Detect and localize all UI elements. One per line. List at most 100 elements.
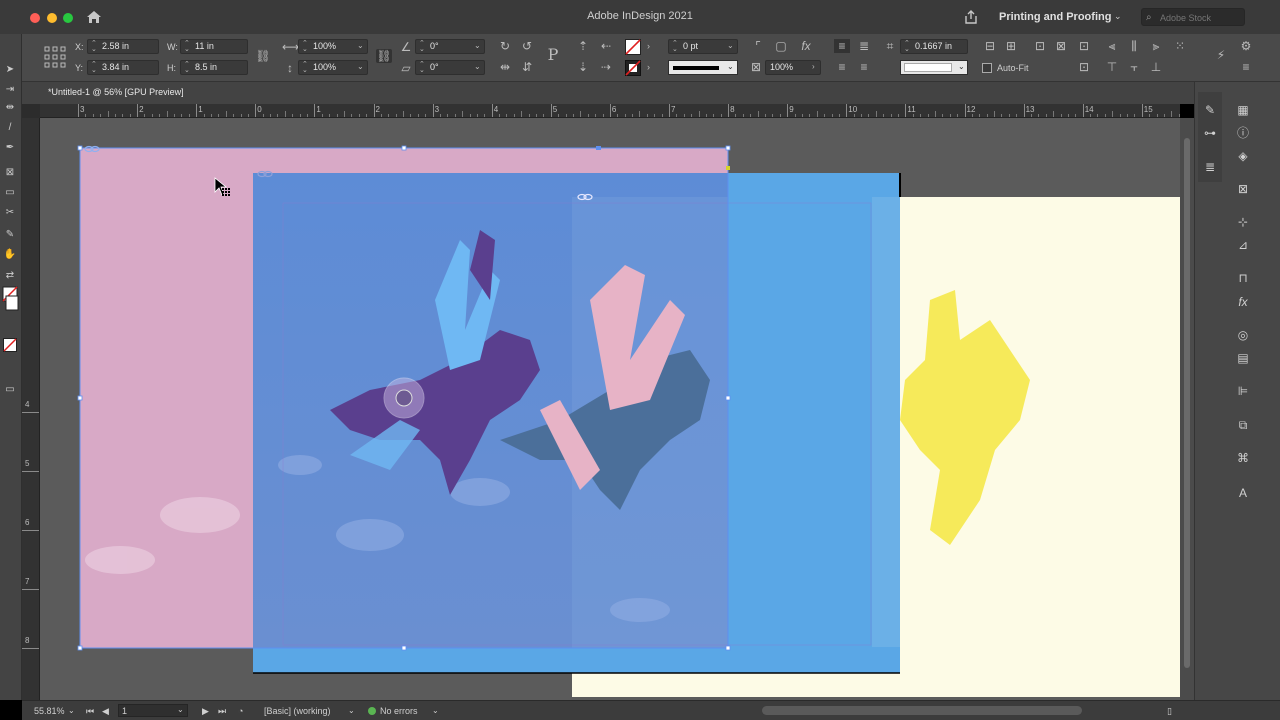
horizontal-ruler[interactable]: 3 2 1 0 1 2 3 4 5 6 7 8 9 10 11 12 13 14 15 <box>40 104 1180 118</box>
vertical-ruler[interactable]: 4 5 6 7 8 <box>22 118 40 700</box>
align-left-icon[interactable]: ≡ <box>834 39 850 53</box>
constrain-proportions-icon[interactable]: ⛓ <box>255 49 271 63</box>
effects-panel-icon[interactable]: ≣ <box>1202 159 1218 175</box>
panel-menu-icon[interactable]: ≡ <box>1238 60 1254 74</box>
fit-content-proportionally-icon[interactable]: ⊟ <box>982 39 998 53</box>
pathfinder-panel-icon[interactable]: ⧉ <box>1235 417 1251 433</box>
align-right-edges-icon[interactable]: ⫸ <box>1148 39 1164 53</box>
trap-presets-icon[interactable]: ⊿ <box>1235 237 1251 253</box>
stroke-menu-icon[interactable]: › <box>647 62 650 72</box>
swatches-panel-icon[interactable]: ▤ <box>1235 350 1251 366</box>
center-content-icon[interactable]: ⊡ <box>1076 39 1092 53</box>
previous-page-icon[interactable]: ◀ <box>102 706 109 717</box>
select-previous-icon[interactable]: ⇠ <box>598 39 614 53</box>
type-tool-icon[interactable]: / <box>3 122 17 134</box>
zoom-dropdown-icon[interactable]: ⌄ <box>68 706 75 715</box>
hand-tool-icon[interactable]: ✋ <box>3 249 17 261</box>
screen-mode-icon[interactable]: ▭ <box>3 384 17 396</box>
fx-icon[interactable]: fx <box>798 39 814 53</box>
width-field[interactable]: ⌃ ⌄ 11 in <box>180 39 248 54</box>
align-top-icon[interactable]: ≡ <box>834 60 850 74</box>
document-tab[interactable]: *Untitled-1 @ 56% [GPU Preview] <box>48 87 184 97</box>
color-panel-icon[interactable]: ◎ <box>1235 327 1251 343</box>
flattener-preview-icon[interactable]: ⊹ <box>1235 214 1251 230</box>
rectangle-tool-icon[interactable]: ▭ <box>3 187 17 199</box>
page-tool-icon[interactable]: ⇥ <box>3 84 17 96</box>
horizontal-scrollbar[interactable] <box>762 706 1082 715</box>
workspace-switcher[interactable]: Printing and Proofing <box>999 11 1111 23</box>
rectangle-frame-tool-icon[interactable]: ⊠ <box>3 167 17 179</box>
height-field[interactable]: ⌃ ⌄ 8.5 in <box>180 60 248 75</box>
first-page-icon[interactable]: ⏮ <box>86 706 94 717</box>
corner-shape-icon[interactable]: ⌜ <box>750 39 766 53</box>
select-next-icon[interactable]: ⇢ <box>598 60 614 74</box>
reference-point-icon[interactable] <box>44 46 66 68</box>
rotate-ccw-icon[interactable]: ↺ <box>519 39 535 53</box>
apply-none-icon[interactable] <box>3 338 17 352</box>
zoom-window-button[interactable] <box>63 13 73 23</box>
align-center-icon[interactable]: ≣ <box>856 39 872 53</box>
close-window-button[interactable] <box>30 13 40 23</box>
transform-panel-icon[interactable]: ⌘ <box>1235 450 1251 466</box>
separations-panel-icon[interactable]: ⊠ <box>1235 181 1251 197</box>
info-panel-icon[interactable]: ⓘ <box>1235 125 1251 141</box>
fill-menu-icon[interactable]: › <box>647 41 650 51</box>
scissors-tool-icon[interactable]: ✂ <box>3 207 17 219</box>
eyedropper-tool-icon[interactable]: ✎ <box>3 229 17 241</box>
align-vertical-centers-icon[interactable]: ⫟ <box>1126 60 1142 74</box>
fit-frame-to-content-icon[interactable]: ⊠ <box>1053 39 1069 53</box>
vertical-scrollbar[interactable] <box>1180 118 1194 700</box>
rotation-field[interactable]: ⌃ ⌄ 0° ⌄ <box>415 39 485 54</box>
zoom-level[interactable]: 55.81% <box>34 706 65 716</box>
align-bottom-edges-icon[interactable]: ⊥ <box>1148 60 1164 74</box>
fill-stroke-swatch-icon[interactable] <box>2 286 20 312</box>
layers-panel-icon[interactable]: ◈ <box>1235 148 1251 164</box>
align-bottom-icon[interactable]: ≡ <box>856 60 872 74</box>
autofit-checkbox[interactable] <box>982 63 992 73</box>
selection-tool-icon[interactable]: ➤ <box>3 64 17 76</box>
quick-actions-icon[interactable]: ⚡ <box>1213 48 1229 62</box>
pages-panel-icon[interactable]: ✎ <box>1202 102 1218 118</box>
distribute-icon[interactable]: ⁙ <box>1172 39 1188 53</box>
content-aware-fit-icon[interactable]: ⊡ <box>1076 60 1092 74</box>
fill-frame-proportionally-icon[interactable]: ⊞ <box>1003 39 1019 53</box>
chevron-down-icon[interactable]: ⌄ <box>348 706 355 715</box>
align-horizontal-centers-icon[interactable]: ⫼ <box>1126 39 1142 53</box>
pen-tool-icon[interactable]: ✒ <box>3 142 17 154</box>
panel-toggle-icon[interactable]: ▯ <box>1167 706 1172 717</box>
align-top-edges-icon[interactable]: ⊤ <box>1104 60 1120 74</box>
ruler-origin[interactable] <box>22 104 40 118</box>
object-style-dropdown[interactable]: ⌄ <box>900 60 968 75</box>
adobe-stock-search[interactable]: ⌕ <box>1141 8 1245 26</box>
next-page-icon[interactable]: ▶ <box>202 706 209 717</box>
fx-panel-icon[interactable]: fx <box>1235 294 1251 310</box>
align-panel-icon[interactable]: ⊫ <box>1235 383 1251 399</box>
stock-search-input[interactable] <box>1160 11 1242 24</box>
flip-vertical-icon[interactable]: ⇵ <box>519 60 535 74</box>
minimize-window-button[interactable] <box>47 13 57 23</box>
scale-x-field[interactable]: ⌃ ⌄ 100% ⌄ <box>298 39 368 54</box>
content-grabber[interactable] <box>383 377 425 419</box>
chevron-down-icon[interactable]: ⌄ <box>432 706 439 715</box>
preflight-icon[interactable]: ◔ <box>238 706 243 716</box>
fill-swatch-none[interactable] <box>625 39 641 55</box>
character-styles-icon[interactable]: A <box>1235 485 1251 501</box>
scale-y-field[interactable]: ⌃ ⌄ 100% ⌄ <box>298 60 368 75</box>
chevron-down-icon[interactable]: ⌄ <box>1114 11 1122 22</box>
corner-options-icon[interactable]: ▢ <box>773 39 789 53</box>
fit-content-to-frame-icon[interactable]: ⊡ <box>1032 39 1048 53</box>
align-left-edges-icon[interactable]: ⫷ <box>1104 39 1120 53</box>
stroke-type-dropdown[interactable]: ⌄ <box>668 60 738 75</box>
home-icon[interactable] <box>86 10 102 24</box>
shear-field[interactable]: ⌃ ⌄ 0° ⌄ <box>415 60 485 75</box>
select-container-icon[interactable]: ⇡ <box>575 39 591 53</box>
fitting-offset-field[interactable]: ⌃ ⌄ 0.1667 in <box>900 39 968 54</box>
links-panel-icon[interactable]: ⊶ <box>1202 125 1218 141</box>
errors-status[interactable]: No errors <box>380 706 418 716</box>
select-content-icon[interactable]: ⇣ <box>575 60 591 74</box>
y-field[interactable]: ⌃ ⌄ 3.84 in <box>87 60 159 75</box>
gap-tool-icon[interactable]: ⇹ <box>3 102 17 114</box>
pasteboard[interactable] <box>40 118 1180 700</box>
opacity-field[interactable]: 100% › <box>765 60 821 75</box>
share-icon[interactable] <box>963 9 979 25</box>
